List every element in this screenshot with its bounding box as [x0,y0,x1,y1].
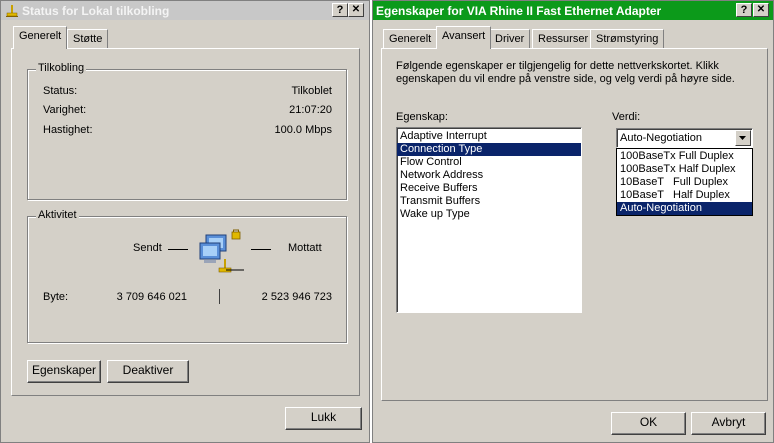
speed-value: 100.0 Mbps [274,124,332,136]
value-option[interactable]: 10BaseT Half Duplex [617,189,752,202]
close-icon[interactable]: ✕ [348,3,364,17]
status-title: Status for Lokal tilkobling [22,3,170,18]
network-activity-icon [198,229,250,279]
description-text: Følgende egenskaper er tilgjengelig for … [396,60,735,85]
duration-value: 21:07:20 [289,104,332,116]
sent-bytes: 3 709 646 021 [116,291,187,303]
activity-groupbox: Aktivitet Sendt Mottatt Byte: 3 709 646 … [27,209,347,343]
property-item[interactable]: Receive Buffers [397,182,581,195]
tab-stromstyring[interactable]: Strømstyring [590,29,665,49]
cancel-button[interactable]: Avbryt [691,412,766,435]
received-line [251,249,271,250]
sent-line [168,249,188,250]
property-listbox[interactable]: Adaptive Interrupt Connection Type Flow Co… [396,127,582,313]
speed-label: Hastighet: [43,124,93,136]
tab-ressurser[interactable]: Ressurser [532,29,595,49]
chevron-down-icon[interactable] [735,130,751,146]
status-window: Status for Lokal tilkobling ? ✕ Generelt… [0,0,370,443]
received-label: Mottatt [288,242,322,254]
bytes-divider [219,289,220,304]
property-label: Egenskap: [396,111,448,123]
activity-legend: Aktivitet [36,209,79,221]
network-connection-icon [5,4,19,18]
sent-label: Sendt [133,242,162,254]
value-option[interactable]: Auto-Negotiation [617,202,752,215]
close-button[interactable]: Lukk [285,407,362,430]
received-bytes: 2 523 946 723 [261,291,332,303]
value-option[interactable]: 10BaseT Full Duplex [617,176,752,189]
value-dropdown-list[interactable]: 100BaseTx Full Duplex 100BaseTx Half Dupl… [616,148,753,216]
help-button[interactable]: ? [736,3,752,17]
status-tab-panel: Tilkobling Status: Tilkoblet Varighet: 2… [11,48,360,396]
tab-driver[interactable]: Driver [489,29,531,49]
properties-title: Egenskaper for VIA Rhine II Fast Etherne… [376,3,662,18]
tab-stotte[interactable]: Støtte [67,29,109,49]
close-icon[interactable]: ✕ [753,3,769,17]
connection-legend: Tilkobling [36,62,87,74]
advanced-tab-panel: Følgende egenskaper er tilgjengelig for … [381,48,768,401]
ok-button[interactable]: OK [611,412,686,435]
property-item[interactable]: Flow Control [397,156,581,169]
bytes-label: Byte: [43,291,69,303]
properties-button[interactable]: Egenskaper [27,360,101,383]
tab-avansert[interactable]: Avansert [436,26,492,49]
tab-generelt[interactable]: Generelt [383,29,438,49]
help-button[interactable]: ? [332,3,348,17]
value-option[interactable]: 100BaseTx Half Duplex [617,163,752,176]
disable-button[interactable]: Deaktiver [107,360,189,383]
value-label: Verdi: [612,111,641,123]
value-dropdown[interactable]: Auto-Negotiation [616,128,753,148]
property-item[interactable]: Wake up Type [397,208,581,221]
status-value: Tilkoblet [291,85,332,97]
status-label: Status: [43,85,78,97]
property-item[interactable]: Connection Type [397,143,581,156]
properties-titlebar[interactable]: Egenskaper for VIA Rhine II Fast Etherne… [373,1,773,20]
properties-window: Egenskaper for VIA Rhine II Fast Etherne… [372,0,774,443]
connection-groupbox: Tilkobling Status: Tilkoblet Varighet: 2… [27,62,347,200]
status-titlebar[interactable]: Status for Lokal tilkobling [1,1,369,20]
value-option[interactable]: 100BaseTx Full Duplex [617,150,752,163]
property-item[interactable]: Network Address [397,169,581,182]
property-item[interactable]: Adaptive Interrupt [397,130,581,143]
duration-label: Varighet: [43,104,87,116]
property-item[interactable]: Transmit Buffers [397,195,581,208]
tab-generelt[interactable]: Generelt [13,26,68,49]
value-dropdown-text: Auto-Negotiation [620,132,702,144]
